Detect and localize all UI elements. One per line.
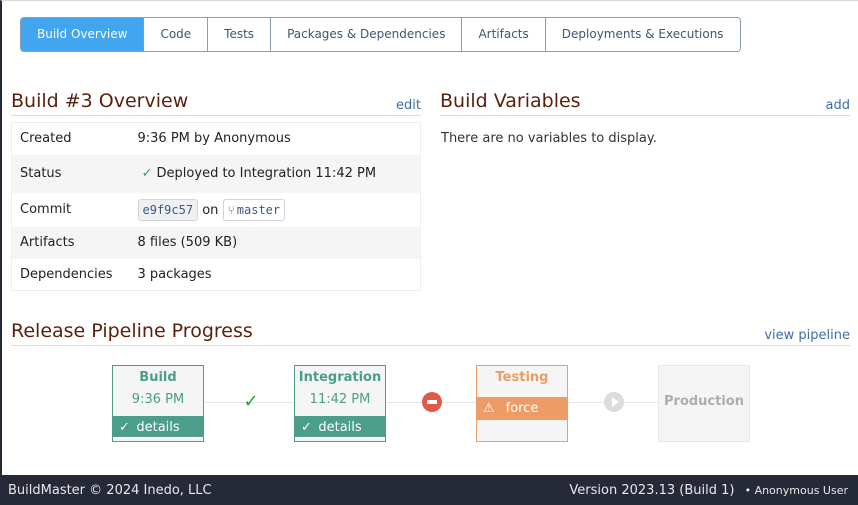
no-variables-message: There are no variables to display. xyxy=(441,131,657,146)
version-text: Version 2023.13 (Build 1) xyxy=(569,482,735,498)
check-icon: ✓ xyxy=(301,420,312,435)
copyright: BuildMaster © 2024 Inedo, LLC xyxy=(8,482,212,498)
commit-hash[interactable]: e9f9c57 xyxy=(137,198,199,221)
table-row: Created 9:36 PM by Anonymous xyxy=(12,123,421,155)
force-label: force xyxy=(505,401,539,416)
play-icon[interactable] xyxy=(604,392,624,412)
stage-build: Build 9:36 PM ✓ details xyxy=(112,365,204,442)
edit-link[interactable]: edit xyxy=(396,98,421,113)
git-branch-icon: ⑂ xyxy=(227,202,235,217)
variables-title: Build Variables xyxy=(440,90,581,112)
table-row: Commit e9f9c57 on ⑂ master xyxy=(12,193,421,227)
pipeline-title: Release Pipeline Progress xyxy=(11,320,253,342)
check-icon: ✓ xyxy=(243,391,259,412)
commit-on: on xyxy=(202,202,219,218)
status-time: 11:42 PM xyxy=(315,166,377,181)
artifacts-label: Artifacts xyxy=(20,235,75,250)
details-label: details xyxy=(318,420,362,435)
force-button[interactable]: ⚠ force xyxy=(477,397,567,420)
table-row: Artifacts 8 files (509 KB) xyxy=(11,226,421,259)
stage-time: 9:36 PM xyxy=(131,392,185,407)
branch-pill[interactable]: ⑂ master xyxy=(222,198,286,221)
status-value: ✓ Deployed to Integration 11:42 PM xyxy=(130,155,421,193)
pipeline-header: Release Pipeline Progress view pipeline xyxy=(11,319,850,346)
blocked-icon xyxy=(422,392,442,412)
footer: BuildMaster © 2024 Inedo, LLC Version 20… xyxy=(0,475,858,505)
created-value: 9:36 PM by Anonymous xyxy=(137,131,291,147)
tab-packages-dependencies[interactable]: Packages & Dependencies xyxy=(270,18,462,51)
stage-testing: Testing ⚠ force xyxy=(476,365,568,442)
status-label: Status xyxy=(20,166,62,181)
status-text: Deployed to Integration xyxy=(156,166,312,181)
commit-label: Commit xyxy=(20,202,72,217)
overview-table: Created 9:36 PM by Anonymous Status ✓ Dep… xyxy=(11,122,421,291)
overview-title: Build #3 Overview xyxy=(11,90,189,112)
check-icon: ✓ xyxy=(119,420,130,435)
warning-icon: ⚠ xyxy=(483,401,495,416)
tab-tests[interactable]: Tests xyxy=(207,18,271,51)
check-icon: ✓ xyxy=(141,166,153,181)
stage-integration: Integration 11:42 PM ✓ details xyxy=(294,365,386,442)
user-link[interactable]: • Anonymous User xyxy=(745,484,848,497)
footer-right: Version 2023.13 (Build 1) • Anonymous Us… xyxy=(569,483,848,498)
tab-code[interactable]: Code xyxy=(143,18,208,51)
stage-name: Testing xyxy=(495,370,549,385)
details-button[interactable]: ✓ details xyxy=(295,416,385,439)
details-label: details xyxy=(136,420,180,435)
dependencies-link[interactable]: 3 packages xyxy=(130,259,421,291)
variables-header: Build Variables add xyxy=(440,89,850,116)
stage-name: Integration xyxy=(298,370,382,385)
tab-artifacts[interactable]: Artifacts xyxy=(461,18,545,51)
view-pipeline-link[interactable]: view pipeline xyxy=(764,328,850,343)
stage-time: 11:42 PM xyxy=(309,392,371,407)
stage-name: Build xyxy=(139,370,177,385)
details-button[interactable]: ✓ details xyxy=(113,416,203,439)
commit-value: e9f9c57 on ⑂ master xyxy=(130,193,421,227)
tab-deployments-executions[interactable]: Deployments & Executions xyxy=(544,18,740,51)
tab-build-overview[interactable]: Build Overview xyxy=(21,18,144,51)
artifacts-link[interactable]: 8 files (509 KB) xyxy=(130,227,421,259)
stage-name: Production xyxy=(664,394,744,409)
stage-production: Production xyxy=(658,365,750,442)
table-row: Dependencies 3 packages xyxy=(12,259,421,291)
add-variable-link[interactable]: add xyxy=(826,98,850,113)
dependencies-label: Dependencies xyxy=(20,266,113,282)
branch-name: master xyxy=(236,202,281,217)
overview-header: Build #3 Overview edit xyxy=(11,89,421,116)
created-label: Created xyxy=(20,131,72,147)
table-row: Status ✓ Deployed to Integration 11:42 PM xyxy=(11,154,421,193)
tab-bar: Build Overview Code Tests Packages & Dep… xyxy=(20,17,741,52)
